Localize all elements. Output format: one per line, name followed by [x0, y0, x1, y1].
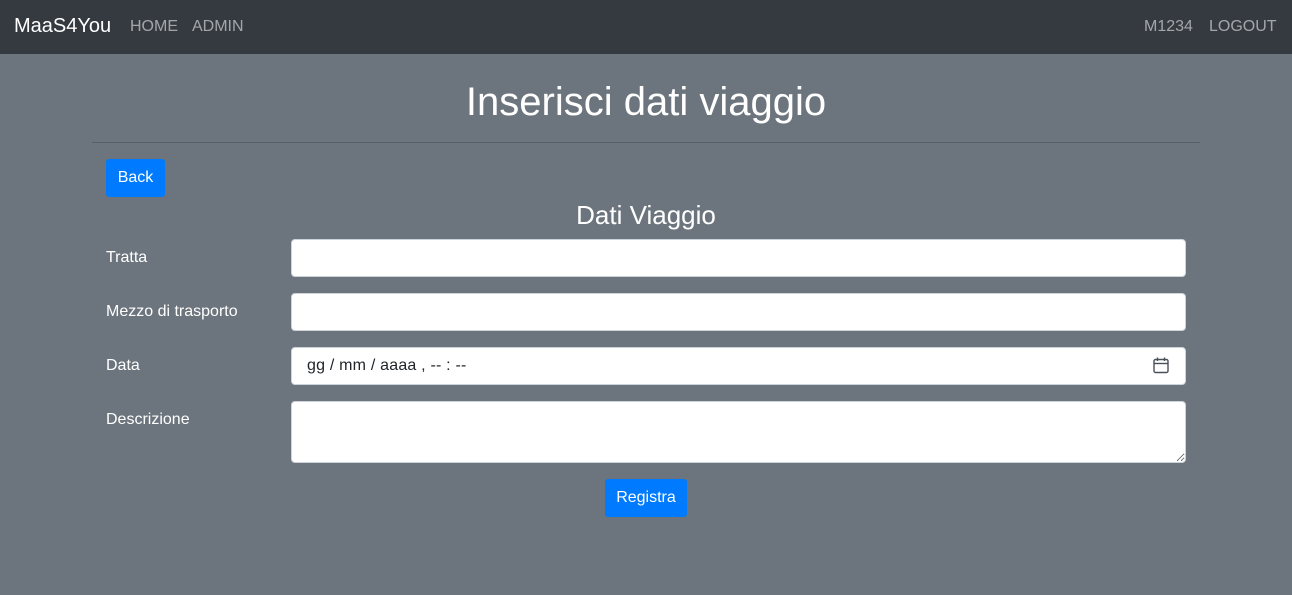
nav-logout-link[interactable]: LOGOUT	[1209, 18, 1277, 36]
top-navbar: MaaS4You HOME ADMIN M1234 LOGOUT	[0, 0, 1292, 54]
form-section-title: Dati Viaggio	[576, 200, 716, 230]
descrizione-textarea[interactable]	[291, 401, 1186, 463]
datetime-placeholder: gg / mm / aaaa , -- : --	[307, 357, 467, 374]
registra-button[interactable]: Registra	[605, 479, 687, 517]
descrizione-label: Descrizione	[106, 411, 190, 428]
page-title: Inserisci dati viaggio	[465, 80, 827, 124]
mezzo-label: Mezzo di trasporto	[106, 303, 238, 320]
mezzo-trasporto-input[interactable]	[291, 293, 1186, 331]
tratta-label: Tratta	[106, 249, 148, 266]
data-datetime-input[interactable]: gg / mm / aaaa , -- : --	[291, 347, 1186, 385]
brand-logo[interactable]: MaaS4You	[14, 15, 111, 38]
calendar-icon[interactable]	[1153, 357, 1169, 374]
nav-user-link[interactable]: M1234	[1144, 18, 1193, 36]
nav-home-link[interactable]: HOME	[130, 18, 178, 36]
back-button[interactable]: Back	[106, 159, 165, 197]
title-divider	[92, 142, 1200, 143]
data-label: Data	[106, 357, 140, 374]
tratta-input[interactable]	[291, 239, 1186, 277]
nav-admin-link[interactable]: ADMIN	[192, 18, 244, 36]
